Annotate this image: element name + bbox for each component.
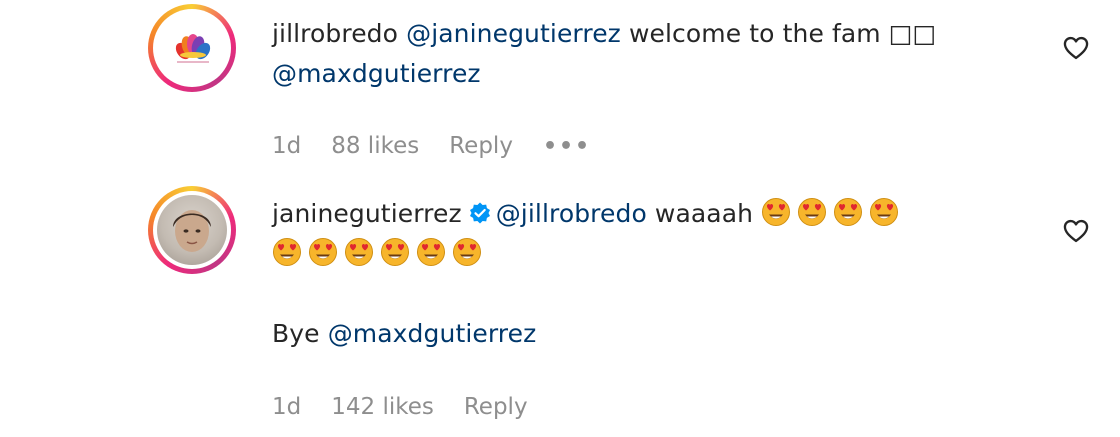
heart-eyes-emoji-icon <box>273 238 301 266</box>
comment-username[interactable]: jillrobredo <box>272 19 398 48</box>
emoji-row-2 <box>272 234 1032 274</box>
profile-photo <box>173 210 211 252</box>
flower-logo-icon <box>175 34 211 63</box>
verified-badge-icon <box>469 202 490 224</box>
avatar-jillrobredo <box>157 13 227 83</box>
comment-text: welcome to the fam □□ <box>620 19 937 48</box>
more-options-button[interactable]: ••• <box>543 134 591 159</box>
heart-eyes-emoji-icon <box>381 238 409 266</box>
heart-eyes-emoji-icon <box>345 238 373 266</box>
heart-eyes-emoji-icon <box>762 198 791 226</box>
emoji-row-1 <box>761 198 905 228</box>
heart-eyes-emoji-icon <box>309 238 337 266</box>
heart-eyes-emoji-icon <box>798 198 827 226</box>
mention-link[interactable]: @janinegutierrez <box>406 19 621 48</box>
heart-icon[interactable] <box>1062 34 1090 62</box>
heart-eyes-emoji-icon <box>417 238 445 266</box>
comment-jillrobredo: jillrobredo @janinegutierrez welcome to … <box>0 0 1120 180</box>
reply-button[interactable]: Reply <box>464 394 528 420</box>
avatar-story-ring[interactable] <box>148 4 236 92</box>
comment-body: jillrobredo @janinegutierrez welcome to … <box>272 14 1032 94</box>
mention-link[interactable]: @maxdgutierrez <box>272 59 481 88</box>
comment-time[interactable]: 1d <box>272 394 301 420</box>
comment-username[interactable]: janinegutierrez <box>272 199 462 228</box>
comment-janinegutierrez: janinegutierrez @jillrobredo waaaah Bye … <box>0 180 1120 437</box>
heart-icon[interactable] <box>1062 217 1090 245</box>
comment-body: janinegutierrez @jillrobredo waaaah Bye … <box>272 194 1032 354</box>
comment-meta: 1d 142 likes Reply <box>272 394 558 420</box>
heart-eyes-emoji-icon <box>834 198 863 226</box>
heart-eyes-emoji-icon <box>453 238 481 266</box>
mention-link[interactable]: @jillrobredo <box>496 199 647 228</box>
comment-text: Bye <box>272 319 328 348</box>
avatar-story-ring[interactable] <box>148 186 236 274</box>
comment-time[interactable]: 1d <box>272 133 301 159</box>
reply-button[interactable]: Reply <box>449 133 513 159</box>
comment-meta: 1d 88 likes Reply ••• <box>272 133 621 159</box>
avatar-janinegutierrez <box>157 195 227 265</box>
mention-link[interactable]: @maxdgutierrez <box>328 319 537 348</box>
likes-count[interactable]: 88 likes <box>331 133 419 159</box>
likes-count[interactable]: 142 likes <box>331 394 434 420</box>
heart-eyes-emoji-icon <box>870 198 899 226</box>
comment-text: waaaah <box>646 199 762 228</box>
